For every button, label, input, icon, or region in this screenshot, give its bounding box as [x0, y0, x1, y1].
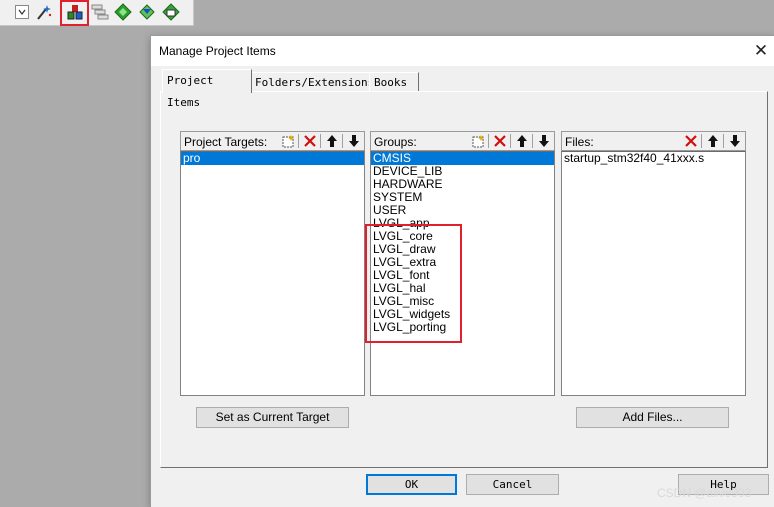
green-diamond-icon[interactable]: [114, 3, 132, 21]
project-targets-label: Project Targets:: [184, 135, 268, 149]
header-separator: [488, 134, 489, 148]
tab-project-items[interactable]: Project Items: [162, 69, 252, 109]
book-diamond-icon[interactable]: [162, 3, 180, 21]
move-up-icon[interactable]: [704, 133, 721, 149]
header-separator: [723, 134, 724, 148]
stack-layers-icon[interactable]: [91, 3, 109, 21]
dialog-titlebar[interactable]: Manage Project Items ✕: [151, 36, 774, 66]
cancel-button[interactable]: Cancel: [466, 474, 559, 495]
move-up-icon[interactable]: [513, 133, 530, 149]
header-separator: [298, 134, 299, 148]
set-as-current-target-button[interactable]: Set as Current Target: [196, 407, 349, 428]
toolbar: [0, 0, 194, 26]
project-targets-header: Project Targets:: [180, 131, 365, 151]
delete-file-icon[interactable]: [682, 133, 699, 149]
delete-group-icon[interactable]: [491, 133, 508, 149]
new-group-icon[interactable]: [469, 133, 486, 149]
groups-header: Groups:: [370, 131, 555, 151]
move-down-icon[interactable]: [535, 133, 552, 149]
new-target-icon[interactable]: [279, 133, 296, 149]
header-separator: [320, 134, 321, 148]
tab-books[interactable]: Books: [369, 72, 419, 92]
list-item[interactable]: startup_stm32f40_41xxx.s: [562, 152, 745, 165]
files-label: Files:: [565, 135, 594, 149]
move-down-icon[interactable]: [726, 133, 743, 149]
arrow-diamond-icon[interactable]: [138, 3, 156, 21]
move-up-icon[interactable]: [323, 133, 340, 149]
groups-label: Groups:: [374, 135, 417, 149]
manage-project-items-dialog: Manage Project Items ✕ Project Items Fol…: [151, 36, 774, 507]
header-separator: [532, 134, 533, 148]
list-item[interactable]: pro: [181, 152, 364, 165]
delete-target-icon[interactable]: [301, 133, 318, 149]
toolbar-highlight-box: [60, 0, 89, 26]
watermark: CSDN @alive903: [657, 486, 752, 500]
files-header: Files:: [561, 131, 746, 151]
files-list[interactable]: startup_stm32f40_41xxx.s: [561, 151, 746, 396]
move-down-icon[interactable]: [345, 133, 362, 149]
project-targets-list[interactable]: pro: [180, 151, 365, 396]
dropdown-arrow-icon[interactable]: [13, 3, 31, 21]
list-item[interactable]: LVGL_porting: [371, 321, 554, 334]
groups-list[interactable]: CMSIS DEVICE_LIB HARDWARE SYSTEM USER LV…: [370, 151, 555, 396]
header-separator: [510, 134, 511, 148]
magic-wand-icon[interactable]: [35, 3, 53, 21]
add-files-button[interactable]: Add Files...: [576, 407, 729, 428]
header-separator: [342, 134, 343, 148]
close-icon[interactable]: ✕: [748, 38, 774, 64]
header-separator: [701, 134, 702, 148]
tab-folders-extensions[interactable]: Folders/Extensions: [250, 72, 374, 92]
ok-button[interactable]: OK: [366, 474, 457, 495]
dialog-title: Manage Project Items: [159, 44, 276, 58]
